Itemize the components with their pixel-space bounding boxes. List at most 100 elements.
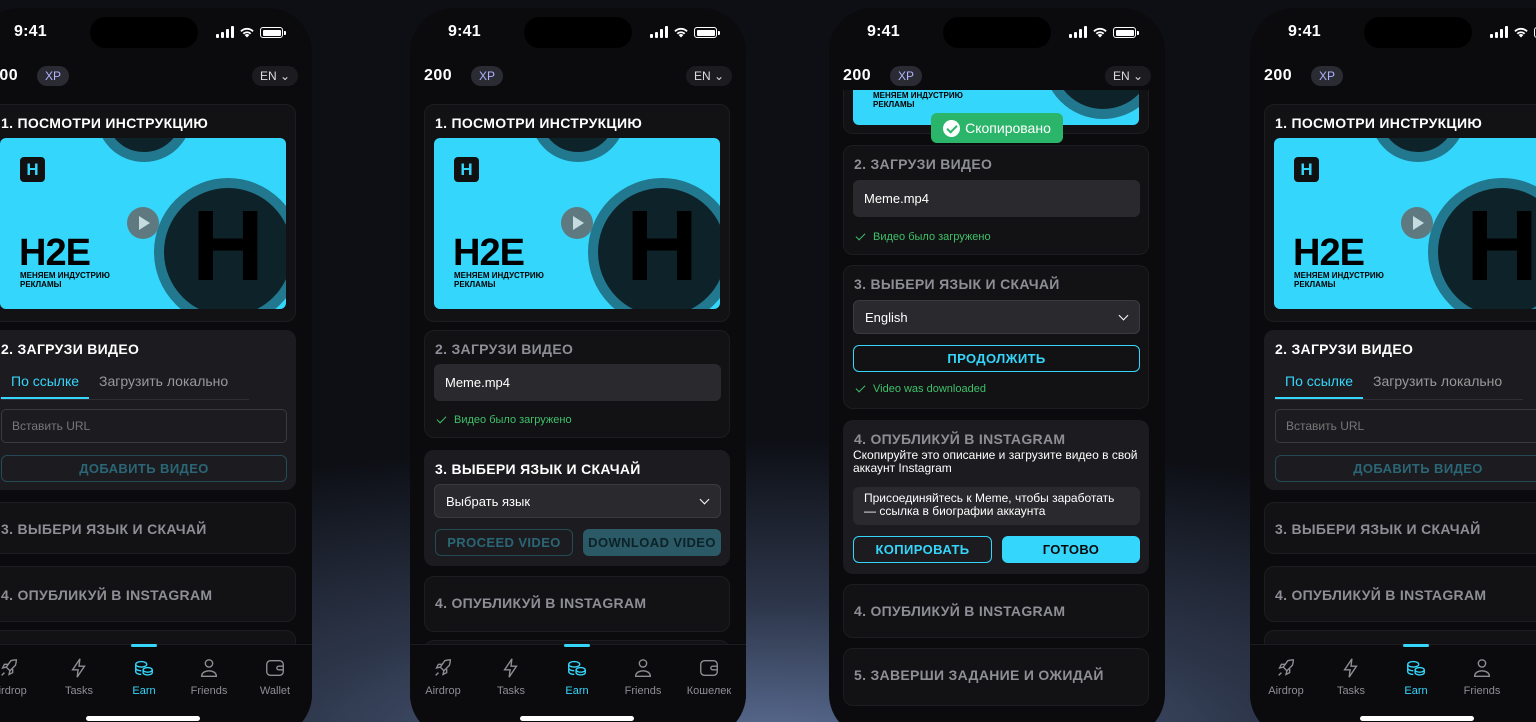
nav-friends-label: Friends [1463,685,1501,697]
add-video-button[interactable]: ДОБАВИТЬ ВИДЕО [1,455,287,482]
step-5-card[interactable]: 5. ЗАВЕРШИ ЗАДАНИЕ И ОЖИДАЙ [843,648,1149,706]
uploaded-file-field: Meme.mp4 [434,364,721,401]
thumbnail-title: H2E [1293,232,1365,274]
battery-icon [1113,27,1139,38]
step-3-title: 3. ВЫБЕРИ ЯЗЫК И СКАЧАЙ [1,521,207,537]
nav-earn[interactable]: Earn [544,644,610,697]
xp-badge: XP [37,66,70,86]
play-icon[interactable] [127,207,159,239]
step-2-card: 2. ЗАГРУЗИ ВИДЕО Meme.mp4 Видео было заг… [424,330,730,438]
tab-by-link[interactable]: По ссылке [1275,368,1364,399]
thumbnail-subtitle: МЕНЯЕМ ИНДУСТРИЮ РЕКЛАМЫ [20,271,110,289]
home-indicator [86,716,200,721]
nav-friends[interactable]: Friends [1449,645,1515,697]
coin-graphic: H [1428,178,1536,309]
nav-tasks-label: Tasks [64,685,94,697]
instruction-video-thumbnail[interactable]: H H H2E МЕНЯЕМ ИНДУСТРИЮ РЕКЛАМЫ [434,138,720,309]
tab-upload-local[interactable]: Загрузить локально [1363,368,1512,399]
coin-graphic [96,138,192,162]
nav-friends[interactable]: Friends [610,645,676,697]
xp-badge: XP [471,66,504,86]
thumbnail-subtitle: МЕНЯЕМ ИНДУСТРИЮ РЕКЛАМЫ [1294,271,1384,289]
bottom-nav: Airdrop Tasks Earn Friends Кошелек [410,644,746,722]
step-4-card[interactable]: 4. ОПУБЛИКУЙ В INSTAGRAM [1264,566,1536,622]
nav-earn[interactable]: Earn [111,644,177,697]
add-video-button[interactable]: ДОБАВИТЬ ВИДЕО [1275,455,1536,482]
step-4-card-collapsed[interactable]: 4. ОПУБЛИКУЙ В INSTAGRAM [843,584,1149,638]
nav-airdrop[interactable]: Airdrop [0,645,42,697]
step-2-title: 2. ЗАГРУЗИ ВИДЕО [1,341,140,357]
signal-icon [1490,26,1508,38]
step-4-card: 4. ОПУБЛИКУЙ В INSTAGRAM Скопируйте это … [843,420,1149,574]
step-5-title: 5. ЗАВЕРШИ ЗАДАНИЕ И ОЖИДАЙ [854,667,1104,683]
step-2-title: 2. ЗАГРУЗИ ВИДЕО [1275,341,1414,357]
language-selector[interactable]: EN ⌄ [1104,66,1151,86]
url-input[interactable]: Вставить URL [1,409,287,443]
upload-success-note: Видео было загружено [854,230,991,244]
publish-description: Скопируйте это описание и загрузите виде… [853,448,1138,475]
wifi-icon [1093,27,1107,38]
nav-tasks-label: Tasks [1336,685,1366,697]
language-select[interactable]: English [853,300,1140,334]
tab-upload-local[interactable]: Загрузить локально [89,368,238,399]
bottom-nav: Airdrop Tasks Earn Friends [1250,644,1536,722]
download-video-button[interactable]: DOWNLOAD VIDEO [583,529,721,556]
step-3-card[interactable]: 3. ВЫБЕРИ ЯЗЫК И СКАЧАЙ [1264,502,1536,554]
friends-icon [200,659,218,677]
nav-wallet[interactable]: Wallet [242,645,308,697]
language-selector[interactable]: EN ⌄ [685,66,732,86]
play-icon[interactable] [1401,207,1433,239]
language-selector[interactable]: EN ⌄ [251,66,298,86]
nav-wallet-label: Кошелек [686,685,732,697]
nav-tasks[interactable]: Tasks [46,645,112,697]
check-icon [435,413,449,427]
continue-button[interactable]: ПРОДОЛЖИТЬ [853,345,1140,372]
nav-airdrop[interactable]: Airdrop [1253,645,1319,697]
proceed-video-button[interactable]: PROCEED VIDEO [435,529,573,556]
nav-tasks[interactable]: Tasks [478,645,544,697]
xp-balance: 200 [843,67,872,84]
signal-icon [650,26,668,38]
xp-badge: XP [1311,66,1344,86]
thumbnail-title: H2E [453,232,525,274]
instruction-video-thumbnail[interactable]: H H H2E МЕНЯЕМ ИНДУСТРИЮ РЕКЛАМЫ [0,138,286,309]
url-input[interactable]: Вставить URL [1275,409,1536,443]
battery-icon [694,27,720,38]
step-1-card: 1. ПОСМОТРИ ИНСТРУКЦИЮ H H H2E МЕНЯЕМ ИН… [1264,104,1536,322]
play-icon[interactable] [561,207,593,239]
lightning-icon [503,658,518,678]
step-4-card[interactable]: 4. ОПУБЛИКУЙ В INSTAGRAM [0,566,296,622]
step-3-card[interactable]: 3. ВЫБЕРИ ЯЗЫК И СКАЧАЙ [0,502,296,554]
nav-earn-label: Earn [1404,685,1428,697]
step-4-title: 4. ОПУБЛИКУЙ В INSTAGRAM [1,587,213,603]
nav-airdrop[interactable]: Airdrop [410,645,476,697]
done-button[interactable]: ГОТОВО [1002,536,1140,563]
nav-airdrop-label: Airdrop [0,685,27,697]
step-3-card: 3. ВЫБЕРИ ЯЗЫК И СКАЧАЙ English ПРОДОЛЖИ… [843,265,1149,409]
check-icon [854,230,868,244]
nav-airdrop-label: Airdrop [425,685,461,697]
language-select[interactable]: Выбрать язык [434,484,721,518]
status-bar: 9:41 [0,8,312,54]
nav-wallet-label: Wallet [259,685,291,697]
step-4-card[interactable]: 4. ОПУБЛИКУЙ В INSTAGRAM [424,576,730,632]
tab-by-link[interactable]: По ссылке [1,368,90,399]
uploaded-file-field: Meme.mp4 [853,180,1140,217]
nav-tasks-label: Tasks [496,685,526,697]
copy-button[interactable]: КОПИРОВАТЬ [853,536,992,563]
step-2-title: 2. ЗАГРУЗИ ВИДЕО [435,341,574,357]
nav-earn[interactable]: Earn [1383,644,1449,697]
nav-earn-label: Earn [565,685,589,697]
friends-icon [1473,659,1491,677]
step-2-card: 2. ЗАГРУЗИ ВИДЕО По ссылке Загрузить лок… [1264,330,1536,490]
nav-wallet[interactable]: Кошелек [676,645,742,697]
nav-friends[interactable]: Friends [176,645,242,697]
step-1-title: 1. ПОСМОТРИ ИНСТРУКЦИЮ [1275,115,1483,131]
caption-text[interactable]: Присоединяйтесь к Meme, чтобы заработать… [853,487,1140,525]
nav-tasks[interactable]: Tasks [1318,645,1384,697]
wifi-icon [240,27,254,38]
status-bar: 9:41 [410,8,746,54]
step-4-title: 4. ОПУБЛИКУЙ В INSTAGRAM [435,595,647,611]
wallet-icon [700,659,718,677]
instruction-video-thumbnail[interactable]: H H H2E МЕНЯЕМ ИНДУСТРИЮ РЕКЛАМЫ [1274,138,1536,309]
